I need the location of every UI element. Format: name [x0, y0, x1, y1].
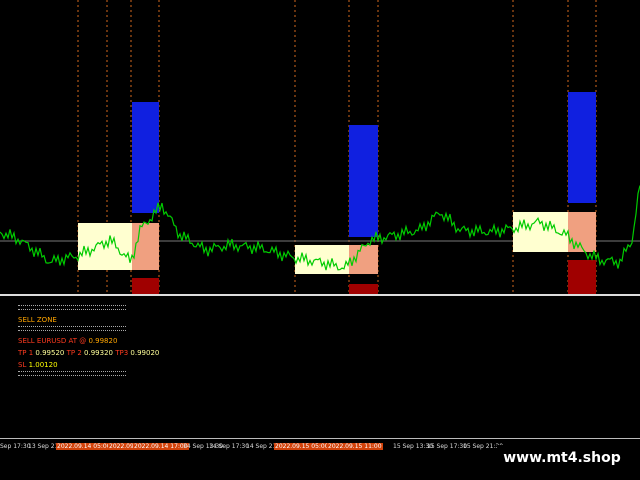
time-axis-label: 2022.09.14 05:00	[56, 443, 112, 450]
sl-row: SL 1.00120	[18, 359, 133, 371]
panel-title: SELL ZONE	[18, 316, 57, 324]
time-axis-label: 15 Sep 17:30	[427, 443, 468, 450]
tp3-value: 0.99020	[130, 349, 160, 357]
time-axis-label: 2022.09.14 17:00	[133, 443, 189, 450]
tp1-value: 0.99520	[35, 349, 65, 357]
panel-separator-top	[18, 305, 126, 310]
sell-zone-box	[513, 212, 568, 252]
time-axis-label: 14 Sep 17:30	[209, 443, 250, 450]
time-axis-label: Sep 17:30	[0, 443, 31, 450]
time-axis-label: 2022.09.15 05:00	[274, 443, 330, 450]
panel-separator-bottom	[18, 371, 126, 376]
watermark: www.mt4.shop	[497, 445, 627, 471]
time-axis-line	[0, 438, 640, 439]
target-bar	[349, 125, 378, 237]
sell-zone-panel: SELL ZONE SELL EURUSD AT @ 0.99820 TP 1 …	[18, 305, 159, 380]
stop-bar	[349, 284, 378, 294]
target-bar	[132, 102, 159, 213]
sell-row: SELL EURUSD AT @ 0.99820	[18, 335, 133, 347]
sl-value: 1.00120	[28, 361, 58, 369]
panel-separator-mid	[18, 326, 126, 331]
sl-label: SL	[18, 361, 27, 369]
stop-bar	[568, 260, 596, 294]
time-axis-label: 2022.09.15 11:00	[327, 443, 383, 450]
target-bar	[568, 92, 596, 203]
tp1-label: TP 1	[18, 349, 34, 357]
sell-value: 0.99820	[88, 337, 118, 345]
chart-divider	[0, 294, 640, 296]
chart-canvas	[0, 0, 640, 294]
stop-bar	[132, 278, 159, 294]
tp2-value: 0.99320	[84, 349, 113, 357]
tp2-label: TP 2	[66, 349, 82, 357]
sell-label: SELL EURUSD AT @	[18, 337, 87, 345]
tp3-label: TP3	[115, 349, 129, 357]
price-chart[interactable]	[0, 0, 640, 296]
tp-row: TP 1 0.99520 TP 2 0.99320 TP3 0.99020	[18, 347, 159, 359]
